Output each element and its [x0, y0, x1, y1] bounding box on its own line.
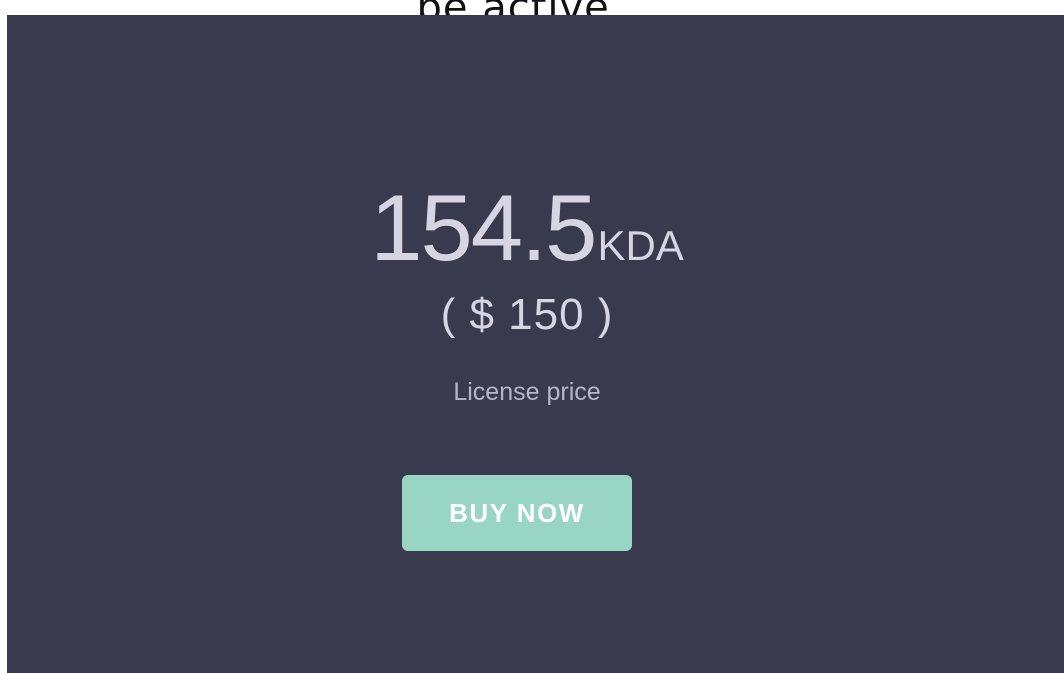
price-unit: KDA: [597, 222, 684, 269]
price-caption: License price: [453, 378, 601, 406]
price-amount: 154.5: [370, 175, 597, 280]
price-usd-equivalent: ( $ 150 ): [440, 290, 614, 339]
price-row: 154.5KDA: [7, 178, 1047, 296]
pricing-card: 154.5KDA ( $ 150 ) License price BUY NOW: [7, 15, 1064, 673]
buy-now-button[interactable]: BUY NOW: [402, 475, 632, 551]
